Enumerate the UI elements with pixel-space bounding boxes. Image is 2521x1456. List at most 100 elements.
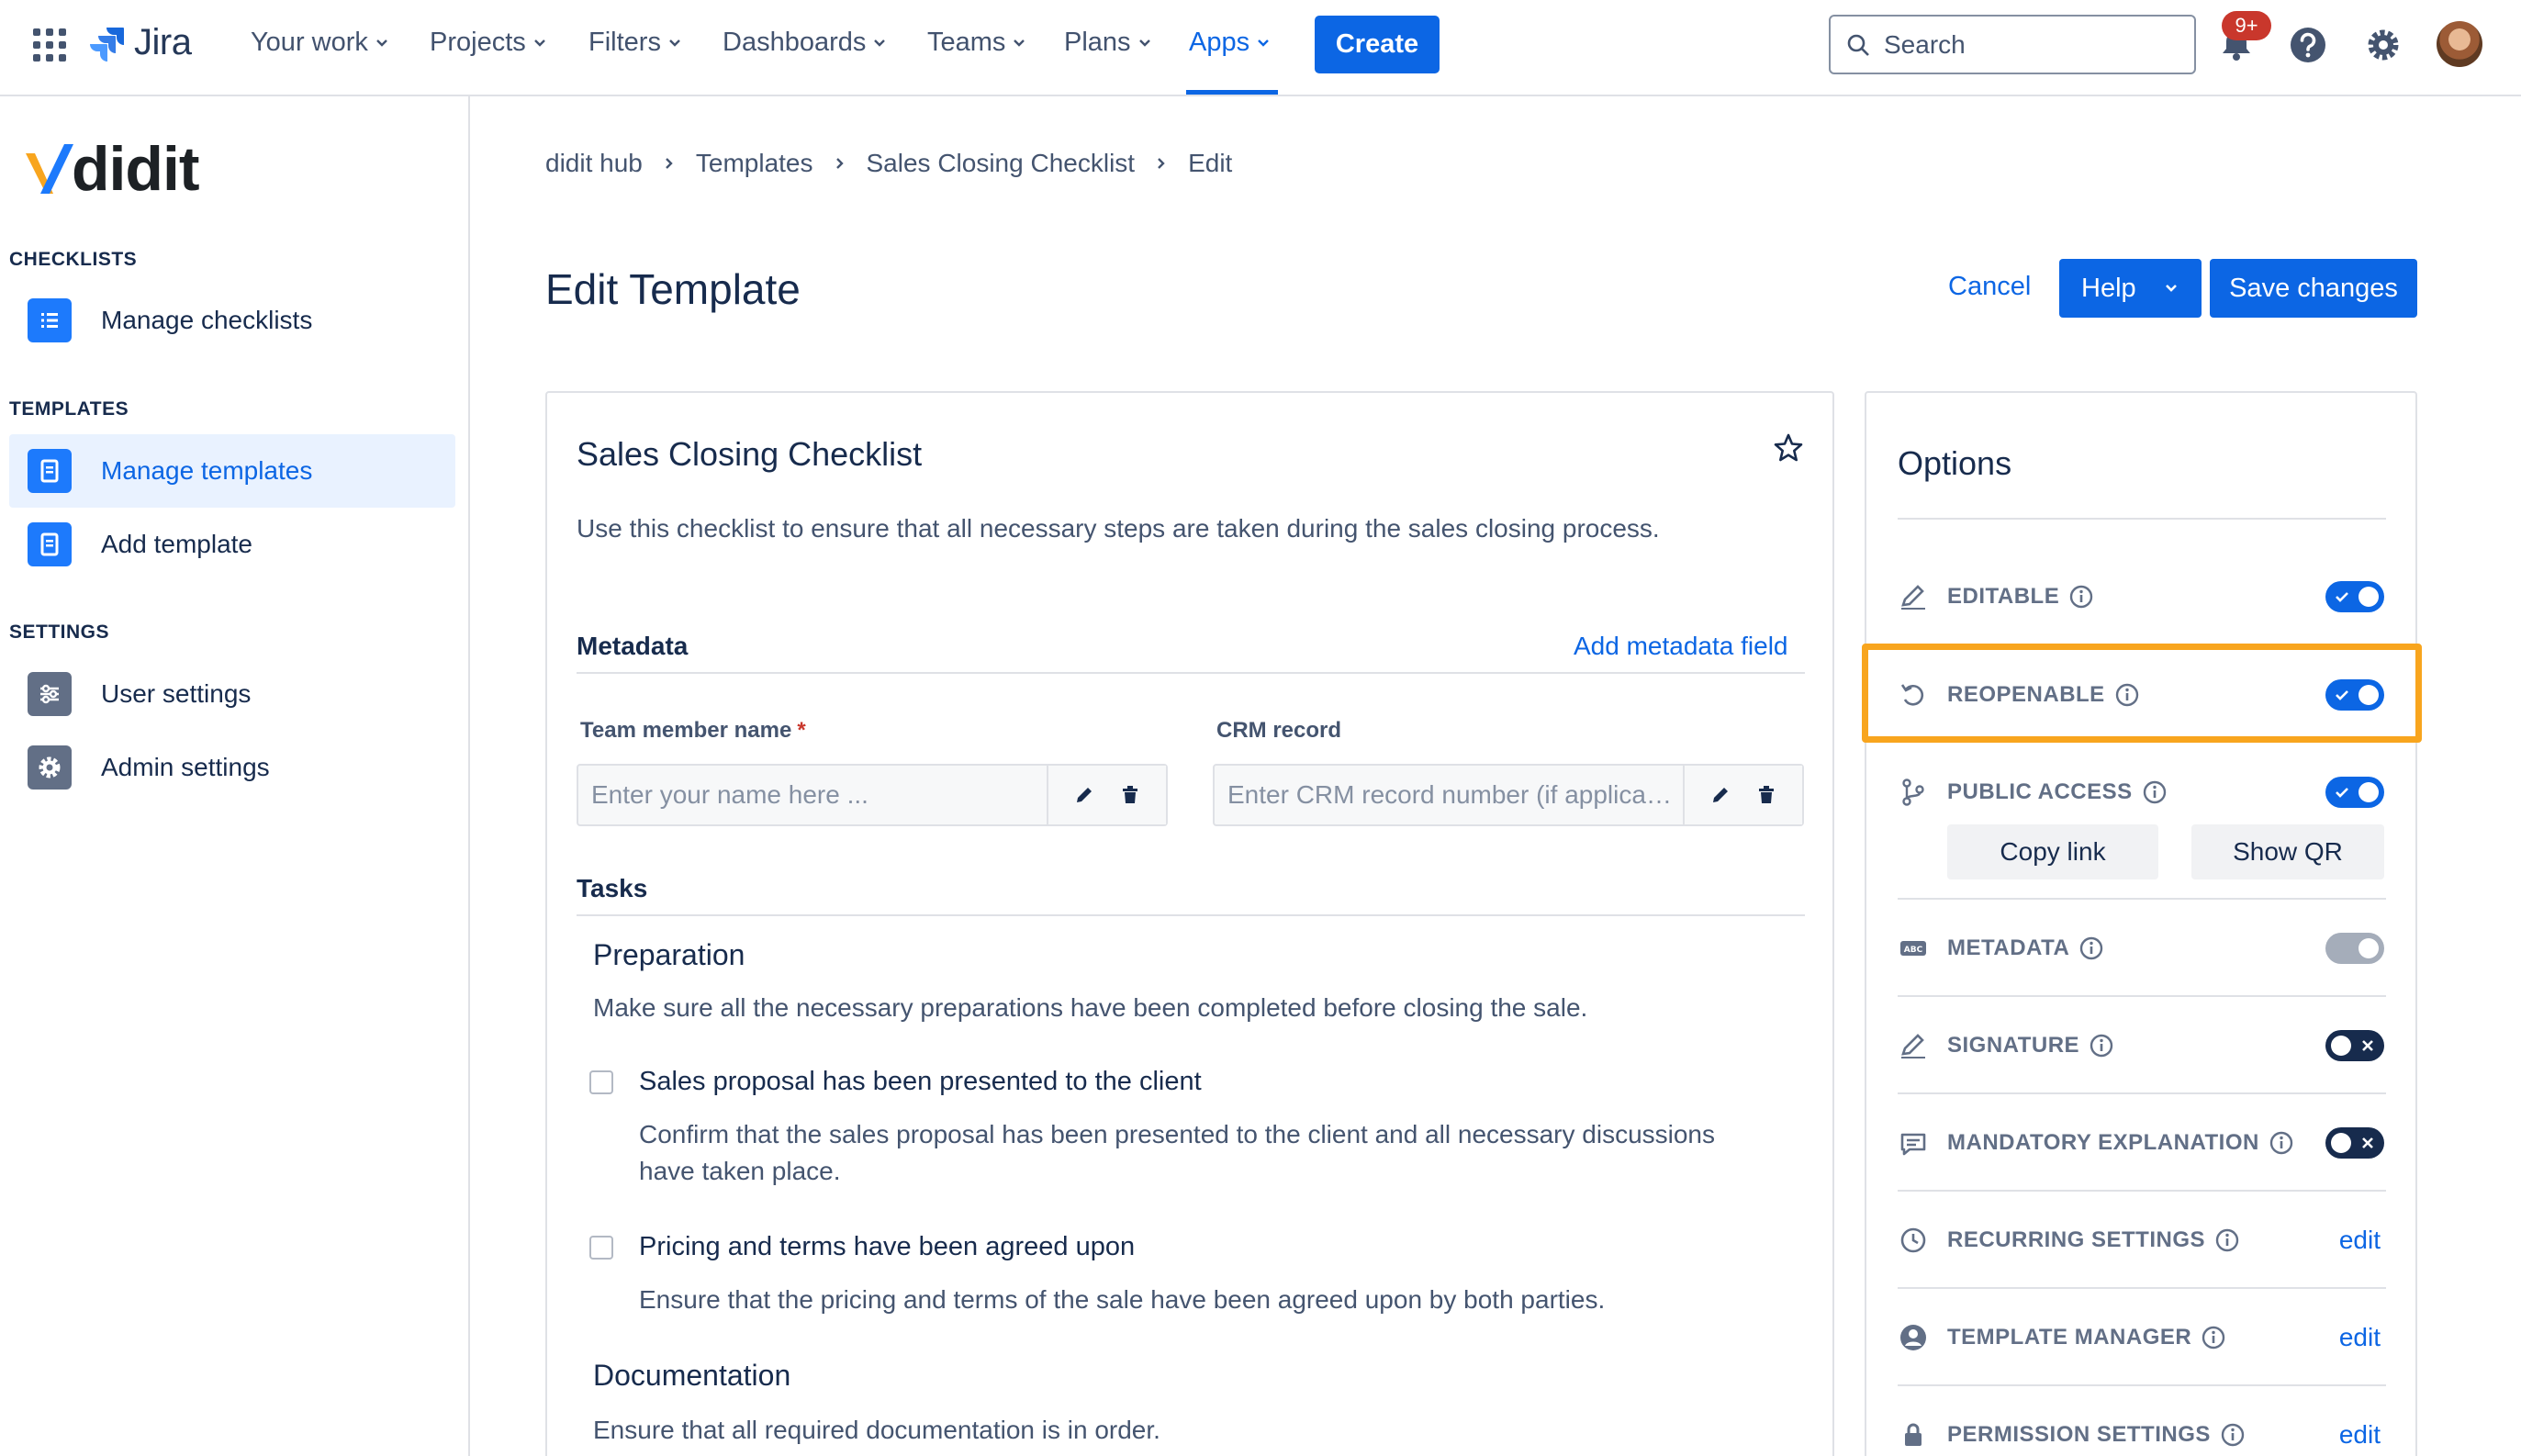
divider xyxy=(1898,518,2386,520)
task-title[interactable]: Sales proposal has been presented to the… xyxy=(639,1067,1202,1097)
notifications-badge: 9+ xyxy=(2222,11,2271,40)
nav-projects[interactable]: Projects xyxy=(430,28,546,58)
field-label-text: Team member name xyxy=(580,718,792,743)
info-icon[interactable] xyxy=(2068,584,2094,610)
copy-link-button[interactable]: Copy link xyxy=(1947,824,2158,879)
sidebar-item-label: Manage templates xyxy=(101,456,313,485)
signature-toggle[interactable] xyxy=(2325,1030,2384,1061)
info-icon[interactable] xyxy=(2269,1130,2294,1156)
field-tools xyxy=(1683,766,1802,824)
public-access-toggle[interactable] xyxy=(2325,777,2384,808)
create-button[interactable]: Create xyxy=(1315,16,1440,73)
document-icon xyxy=(28,522,72,566)
divider xyxy=(1898,1384,2386,1386)
save-changes-button[interactable]: Save changes xyxy=(2210,259,2417,318)
options-panel: Options EDITABLE REOPENABLE PUBLIC ACCES… xyxy=(1865,391,2417,1456)
clock-icon xyxy=(1900,1227,1926,1253)
nav-label: Filters xyxy=(588,28,661,57)
sidebar: didit CHECKLISTS Manage checklists TEMPL… xyxy=(0,96,470,1456)
comment-icon xyxy=(1900,1133,1926,1156)
show-qr-button[interactable]: Show QR xyxy=(2191,824,2384,879)
sidebar-item-manage-checklists[interactable]: Manage checklists xyxy=(9,284,455,357)
breadcrumb-edit[interactable]: Edit xyxy=(1188,149,1232,178)
team-member-name-field: Enter your name here ... xyxy=(577,764,1168,826)
chevron-down-icon xyxy=(1258,39,1269,47)
didit-logo[interactable]: didit xyxy=(22,138,200,200)
team-member-name-input[interactable]: Enter your name here ... xyxy=(578,780,1047,810)
nav-plans[interactable]: Plans xyxy=(1064,28,1151,58)
task-description[interactable]: Ensure that the pricing and terms of the… xyxy=(639,1282,1768,1318)
permission-settings-edit-link[interactable]: edit xyxy=(2339,1420,2381,1450)
reopenable-highlight-box xyxy=(1862,644,2422,743)
divider xyxy=(1898,898,2386,900)
breadcrumb-templates[interactable]: Templates xyxy=(696,149,813,178)
pencil-icon[interactable] xyxy=(1072,783,1096,807)
sidebar-item-user-settings[interactable]: User settings xyxy=(9,657,455,731)
pen-icon xyxy=(1901,585,1925,610)
user-avatar[interactable] xyxy=(2437,21,2482,67)
star-icon[interactable] xyxy=(1772,431,1805,465)
option-public-access: PUBLIC ACCESS xyxy=(1898,769,2384,815)
template-manager-edit-link[interactable]: edit xyxy=(2339,1323,2381,1352)
sidebar-item-add-template[interactable]: Add template xyxy=(9,508,455,581)
task-checkbox[interactable] xyxy=(589,1236,613,1260)
help-icon[interactable] xyxy=(2288,25,2328,65)
document-icon xyxy=(28,449,72,493)
nav-apps[interactable]: Apps xyxy=(1189,28,1270,58)
task-description[interactable]: Confirm that the sales proposal has been… xyxy=(639,1116,1768,1190)
sidebar-item-admin-settings[interactable]: Admin settings xyxy=(9,731,455,804)
chevron-down-icon xyxy=(376,39,387,47)
template-description[interactable]: Use this checklist to ensure that all ne… xyxy=(577,514,1660,543)
pencil-icon[interactable] xyxy=(1709,783,1732,807)
divider xyxy=(577,914,1805,916)
search-placeholder: Search xyxy=(1884,29,1966,59)
active-nav-indicator xyxy=(1186,90,1278,95)
info-icon[interactable] xyxy=(2089,1033,2114,1058)
info-icon[interactable] xyxy=(2078,935,2104,961)
chevron-right-icon xyxy=(666,158,673,169)
help-dropdown-button[interactable]: Help xyxy=(2059,259,2202,318)
didit-logo-icon xyxy=(26,144,73,194)
field-tools xyxy=(1047,766,1166,824)
crm-record-input[interactable]: Enter CRM record number (if applicable) xyxy=(1215,780,1683,810)
info-icon[interactable] xyxy=(2214,1227,2240,1253)
info-icon[interactable] xyxy=(2201,1325,2226,1350)
divider xyxy=(1898,1092,2386,1094)
nav-your-work[interactable]: Your work xyxy=(251,28,388,58)
breadcrumb-template-name[interactable]: Sales Closing Checklist xyxy=(867,149,1136,178)
nav-dashboards[interactable]: Dashboards xyxy=(723,28,886,58)
settings-gear-icon[interactable] xyxy=(2363,25,2403,65)
metadata-toggle[interactable] xyxy=(2325,933,2384,964)
nav-teams[interactable]: Teams xyxy=(927,28,1025,58)
search-input[interactable]: Search xyxy=(1829,15,2196,74)
task-group-description[interactable]: Ensure that all required documentation i… xyxy=(593,1416,1160,1445)
help-button-label: Help xyxy=(2081,273,2136,303)
product-name: Jira xyxy=(134,22,192,62)
branch-icon xyxy=(1902,778,1924,806)
template-name[interactable]: Sales Closing Checklist xyxy=(577,435,922,474)
nav-filters[interactable]: Filters xyxy=(588,28,681,58)
info-icon[interactable] xyxy=(2142,779,2168,805)
gear-icon xyxy=(28,745,72,790)
task-group-title[interactable]: Preparation xyxy=(593,938,745,972)
editable-toggle[interactable] xyxy=(2325,581,2384,612)
recurring-settings-edit-link[interactable]: edit xyxy=(2339,1226,2381,1255)
add-metadata-field-link[interactable]: Add metadata field xyxy=(1574,632,1788,661)
jira-logo[interactable]: Jira xyxy=(90,22,192,63)
sidebar-item-manage-templates[interactable]: Manage templates xyxy=(9,434,455,508)
top-navigation-bar: Jira Your work Projects Filters Dashboar… xyxy=(0,0,2521,96)
breadcrumb-didit-hub[interactable]: didit hub xyxy=(545,149,643,178)
mandatory-explanation-toggle[interactable] xyxy=(2325,1127,2384,1159)
task-group-description[interactable]: Make sure all the necessary preparations… xyxy=(593,993,1587,1023)
task-group-title[interactable]: Documentation xyxy=(593,1359,790,1393)
task-checkbox[interactable] xyxy=(589,1070,613,1094)
trash-icon[interactable] xyxy=(1118,783,1142,807)
cancel-button[interactable]: Cancel xyxy=(1948,272,2031,302)
task-title[interactable]: Pricing and terms have been agreed upon xyxy=(639,1232,1135,1262)
metadata-heading: Metadata xyxy=(577,632,689,660)
app-switcher-icon[interactable] xyxy=(33,28,66,62)
trash-icon[interactable] xyxy=(1754,783,1778,807)
close-icon xyxy=(2362,1137,2373,1148)
person-icon xyxy=(1900,1325,1926,1350)
info-icon[interactable] xyxy=(2220,1422,2246,1448)
